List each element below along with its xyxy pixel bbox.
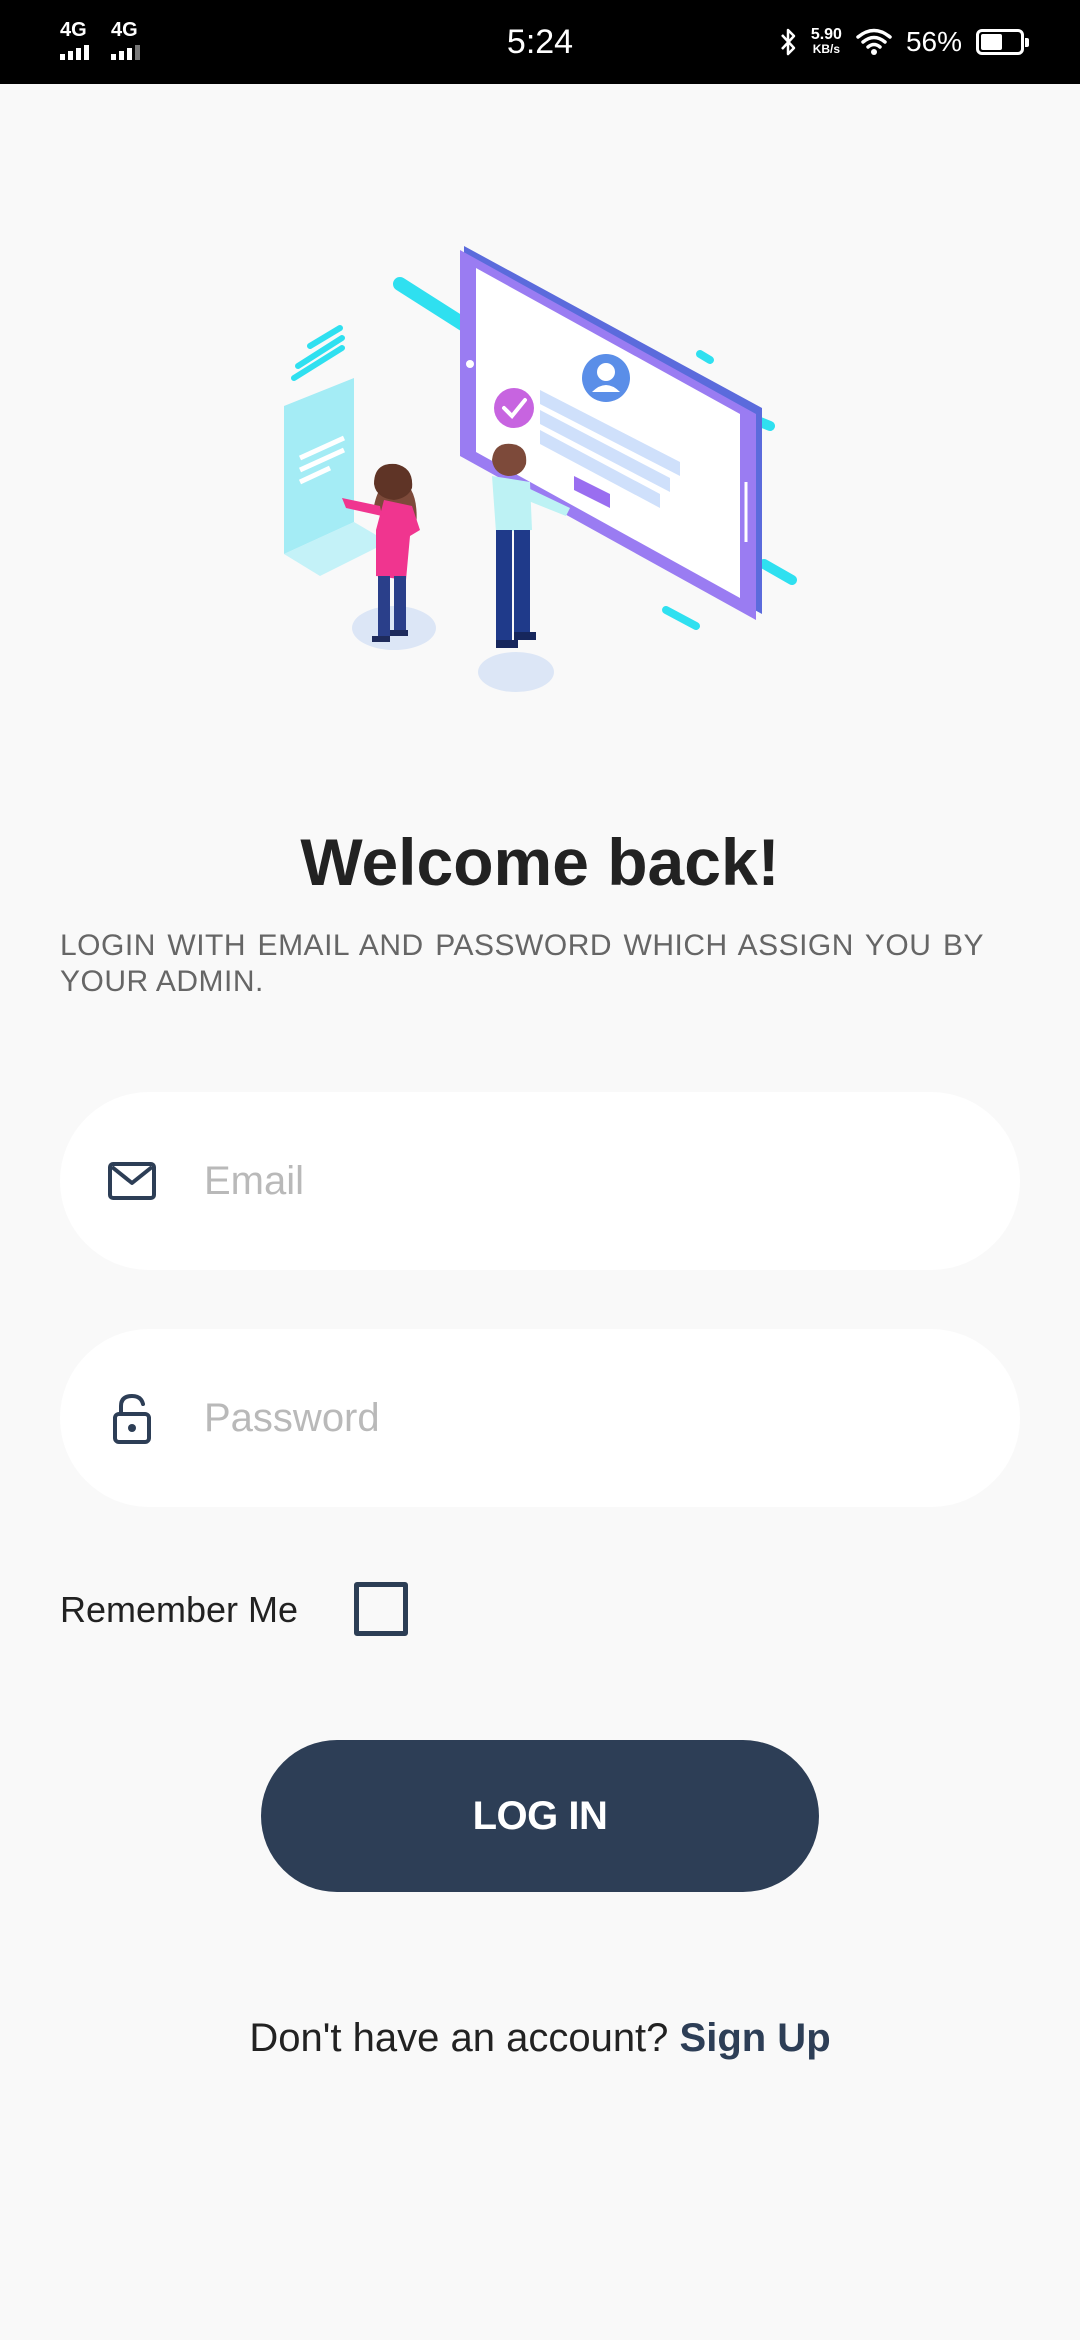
status-bar: 4G 4G 5:24 5.90 KB/s 56%	[0, 0, 1080, 84]
network-speed: 5.90 KB/s	[811, 27, 842, 57]
lock-icon	[104, 1390, 160, 1446]
page-title: Welcome back!	[300, 825, 780, 899]
speed-value: 5.90	[810, 26, 842, 43]
email-field[interactable]	[60, 1092, 1020, 1270]
signup-row: Don't have an account? Sign Up	[0, 2012, 1080, 2064]
battery-percent: 56%	[905, 26, 962, 57]
remember-me-checkbox[interactable]	[354, 1582, 408, 1636]
email-input[interactable]	[202, 1157, 966, 1205]
login-button[interactable]: LOG IN	[261, 1740, 819, 1892]
bluetooth-icon	[779, 27, 797, 57]
status-right: 5.90 KB/s 56%	[779, 18, 1029, 66]
signup-link[interactable]: Sign Up	[680, 2016, 831, 2060]
page-subtitle: LOGIN WITH EMAIL AND PASSWORD WHICH ASSI…	[60, 929, 984, 998]
password-input[interactable]	[202, 1394, 966, 1442]
password-field[interactable]	[60, 1329, 1020, 1507]
signup-prompt: Don't have an account?	[249, 2016, 680, 2060]
wifi-icon	[856, 28, 892, 56]
mail-icon	[104, 1153, 160, 1209]
login-illustration-graphic	[284, 246, 797, 692]
speed-unit: KB/s	[812, 42, 841, 56]
battery-icon	[976, 29, 1029, 55]
remember-me-label: Remember Me	[60, 1589, 299, 1630]
battery-fill	[981, 34, 1003, 50]
login-illustration	[270, 230, 820, 710]
